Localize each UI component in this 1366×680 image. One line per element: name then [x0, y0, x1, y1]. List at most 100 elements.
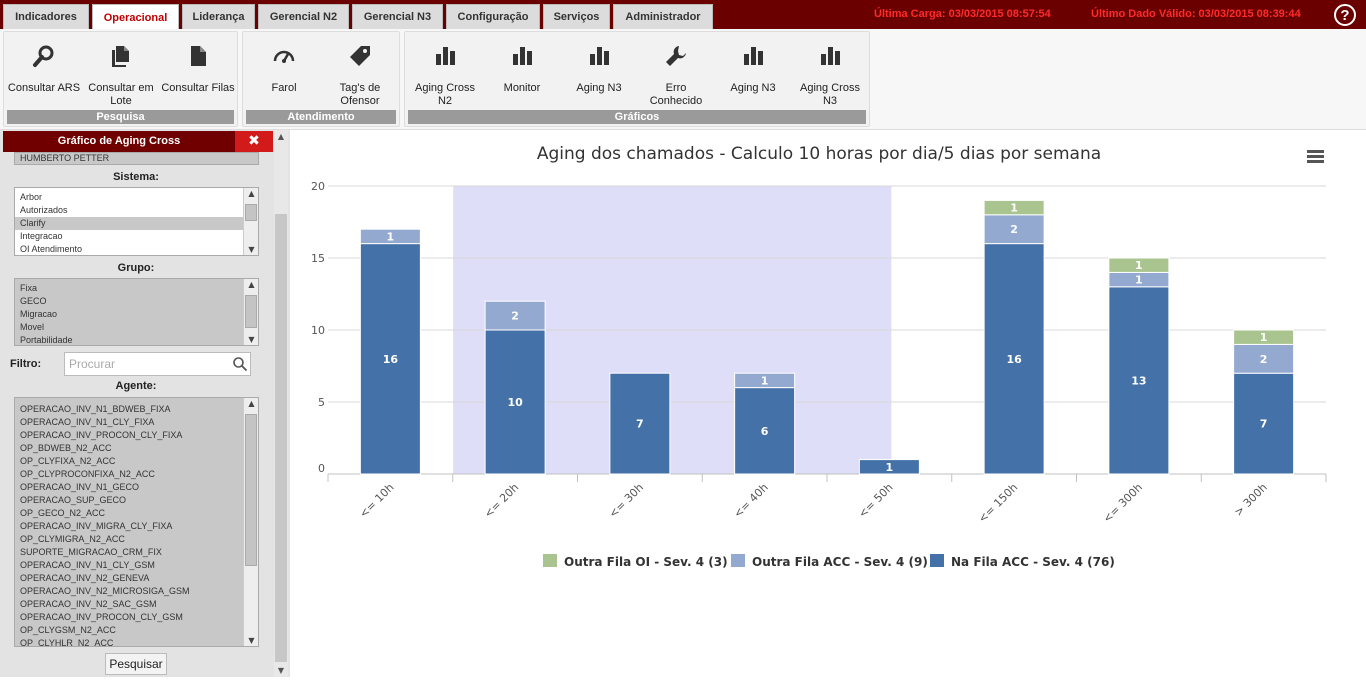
x-tick-label: <= 40h — [731, 481, 771, 521]
y-tick-label: 5 — [318, 396, 325, 409]
scroll-down-icon[interactable]: ▼ — [274, 666, 288, 675]
panel-scrollbar[interactable]: ▲ ▼ — [274, 130, 288, 677]
x-tick-label: <= 10h — [357, 481, 397, 521]
tab-administrador[interactable]: Administrador — [613, 4, 713, 29]
list-item[interactable]: OPERACAO_INV_PROCON_CLY_GSM — [15, 611, 258, 624]
list-item[interactable]: OPERACAO_INV_MIGRA_CLY_FIXA — [15, 520, 258, 533]
list-item[interactable]: Autorizados — [15, 204, 258, 217]
grupo-scrollbar[interactable]: ▲ ▼ — [243, 279, 258, 345]
list-item[interactable]: OPERACAO_INV_N2_MICROSIGA_GSM — [15, 585, 258, 598]
button-label: Monitor — [503, 82, 541, 94]
search-icon[interactable] — [232, 356, 248, 372]
x-tick-label: <= 50h — [856, 481, 896, 521]
tab-servicos[interactable]: Serviços — [543, 4, 610, 29]
tab-operacional[interactable]: Operacional — [92, 4, 179, 30]
scroll-down-icon[interactable]: ▼ — [244, 636, 258, 645]
legend-item: Na Fila ACC - Sev. 4 (76) — [951, 555, 1115, 569]
scroll-thumb[interactable] — [275, 214, 287, 662]
filter-search-input[interactable] — [65, 353, 225, 375]
scroll-thumb[interactable] — [245, 295, 257, 328]
bar-chart-icon — [562, 44, 636, 76]
scroll-down-icon[interactable]: ▼ — [244, 245, 258, 254]
list-item[interactable]: OP_CLYMIGRA_N2_ACC — [15, 533, 258, 546]
grupo-listbox[interactable]: Fixa GECO Migracao Movel Portabilidade ▲ ▼ — [14, 278, 259, 346]
consultar-em-lote-button[interactable]: Consultar em Lote — [84, 40, 158, 110]
list-item[interactable]: OP_GECO_N2_ACC — [15, 507, 258, 520]
agente-listbox[interactable]: OPERACAO_INV_N1_BDWEB_FIXA OPERACAO_INV_N… — [14, 397, 259, 647]
last-load-status: Última Carga: 03/03/2015 08:57:54 — [874, 8, 1051, 20]
agent-top-partial-list[interactable]: HUMBERTO PETTER — [14, 152, 259, 165]
button-label: Consultar ARS — [7, 82, 81, 94]
list-item[interactable]: HUMBERTO PETTER — [15, 153, 258, 164]
tab-lideranca[interactable]: Liderança — [182, 4, 255, 29]
monitor-button[interactable]: Monitor — [485, 40, 559, 110]
menu-icon — [1307, 160, 1324, 163]
aging-n3-button-2[interactable]: Aging N3 — [716, 40, 790, 110]
list-item[interactable]: Movel — [15, 321, 258, 334]
close-icon[interactable]: ✖ — [235, 131, 273, 152]
consultar-filas-button[interactable]: Consultar Filas — [161, 40, 235, 110]
toolbar-ribbon: Consultar ARS Consultar em Lote Consulta… — [0, 29, 1366, 130]
scroll-thumb[interactable] — [245, 414, 257, 566]
document-icon — [161, 44, 235, 76]
legend-item: Outra Fila OI - Sev. 4 (3) — [564, 555, 728, 569]
agente-scrollbar[interactable]: ▲ ▼ — [243, 398, 258, 646]
list-item[interactable]: OP_BDWEB_N2_ACC — [15, 442, 258, 455]
sistema-scrollbar[interactable]: ▲ ▼ — [243, 188, 258, 255]
tag-icon — [323, 44, 397, 76]
ribbon-group-graficos: Aging Cross N2 Monitor Aging N3 Erro Con… — [404, 31, 870, 127]
consultar-ars-button[interactable]: Consultar ARS — [7, 40, 81, 110]
list-item[interactable]: OPERACAO_INV_N2_GENEVA — [15, 572, 258, 585]
list-item[interactable]: OPERACAO_INV_N1_CLY_FIXA — [15, 416, 258, 429]
data-label: 16 — [383, 353, 399, 366]
tags-de-ofensor-button[interactable]: Tag's de Ofensor — [323, 40, 397, 110]
scroll-down-icon[interactable]: ▼ — [244, 335, 258, 344]
data-label: 13 — [1131, 374, 1146, 387]
list-item[interactable]: OPERACAO_INV_N1_BDWEB_FIXA — [15, 403, 258, 416]
scroll-thumb[interactable] — [245, 204, 257, 221]
pesquisar-button[interactable]: Pesquisar — [105, 653, 167, 675]
menu-icon — [1307, 155, 1324, 158]
erro-conhecido-button[interactable]: Erro Conhecido — [639, 40, 713, 110]
bar-chart-icon — [793, 44, 867, 76]
list-item[interactable]: Fixa — [15, 282, 258, 295]
scroll-up-icon[interactable]: ▲ — [274, 132, 288, 141]
tab-configuracao[interactable]: Configuração — [446, 4, 540, 29]
list-item[interactable]: Portabilidade — [15, 334, 258, 345]
data-label: 16 — [1006, 353, 1022, 366]
list-item[interactable]: Clarify — [15, 217, 258, 230]
list-item[interactable]: OP_CLYFIXA_N2_ACC — [15, 455, 258, 468]
ribbon-group-atendimento: Farol Tag's de Ofensor Atendimento — [242, 31, 400, 127]
data-label: 2 — [511, 310, 519, 323]
tab-gerencial-n2[interactable]: Gerencial N2 — [258, 4, 349, 29]
aging-n3-button[interactable]: Aging N3 — [562, 40, 636, 110]
tab-gerencial-n3[interactable]: Gerencial N3 — [352, 4, 443, 29]
list-item[interactable]: OPERACAO_SUP_GECO — [15, 494, 258, 507]
y-tick-label: 15 — [311, 252, 325, 265]
aging-cross-n2-button[interactable]: Aging Cross N2 — [408, 40, 482, 110]
list-item[interactable]: OPERACAO_INV_N2_SAC_GSM — [15, 598, 258, 611]
list-item[interactable]: OPERACAO_INV_N1_GECO — [15, 481, 258, 494]
legend-item: Outra Fila ACC - Sev. 4 (9) — [752, 555, 928, 569]
scroll-up-icon[interactable]: ▲ — [244, 189, 258, 198]
x-tick-label: <= 300h — [1101, 481, 1145, 525]
list-item[interactable]: OPERACAO_INV_N1_CLY_GSM — [15, 559, 258, 572]
list-item[interactable]: SUPORTE_MIGRACAO_CRM_FIX — [15, 546, 258, 559]
aging-cross-n3-button[interactable]: Aging Cross N3 — [793, 40, 867, 110]
help-icon[interactable]: ? — [1334, 4, 1356, 26]
list-item[interactable]: OPERACAO_INV_PROCON_CLY_FIXA — [15, 429, 258, 442]
list-item[interactable]: Arbor — [15, 191, 258, 204]
list-item[interactable]: OP_CLYGSM_N2_ACC — [15, 624, 258, 637]
scroll-up-icon[interactable]: ▲ — [244, 280, 258, 289]
farol-button[interactable]: Farol — [247, 40, 321, 110]
tab-indicadores[interactable]: Indicadores — [3, 4, 89, 29]
list-item[interactable]: OP_CLYHLR_N2_ACC — [15, 637, 258, 646]
button-label: Tag's de Ofensor — [339, 82, 381, 107]
list-item[interactable]: GECO — [15, 295, 258, 308]
list-item[interactable]: Migracao — [15, 308, 258, 321]
list-item[interactable]: Integracao — [15, 230, 258, 243]
sistema-listbox[interactable]: Arbor Autorizados Clarify Integracao OI Aten… — [14, 187, 259, 256]
list-item[interactable]: OI Atendimento — [15, 243, 258, 255]
scroll-up-icon[interactable]: ▲ — [244, 399, 258, 408]
list-item[interactable]: OP_CLYPROCONFIXA_N2_ACC — [15, 468, 258, 481]
